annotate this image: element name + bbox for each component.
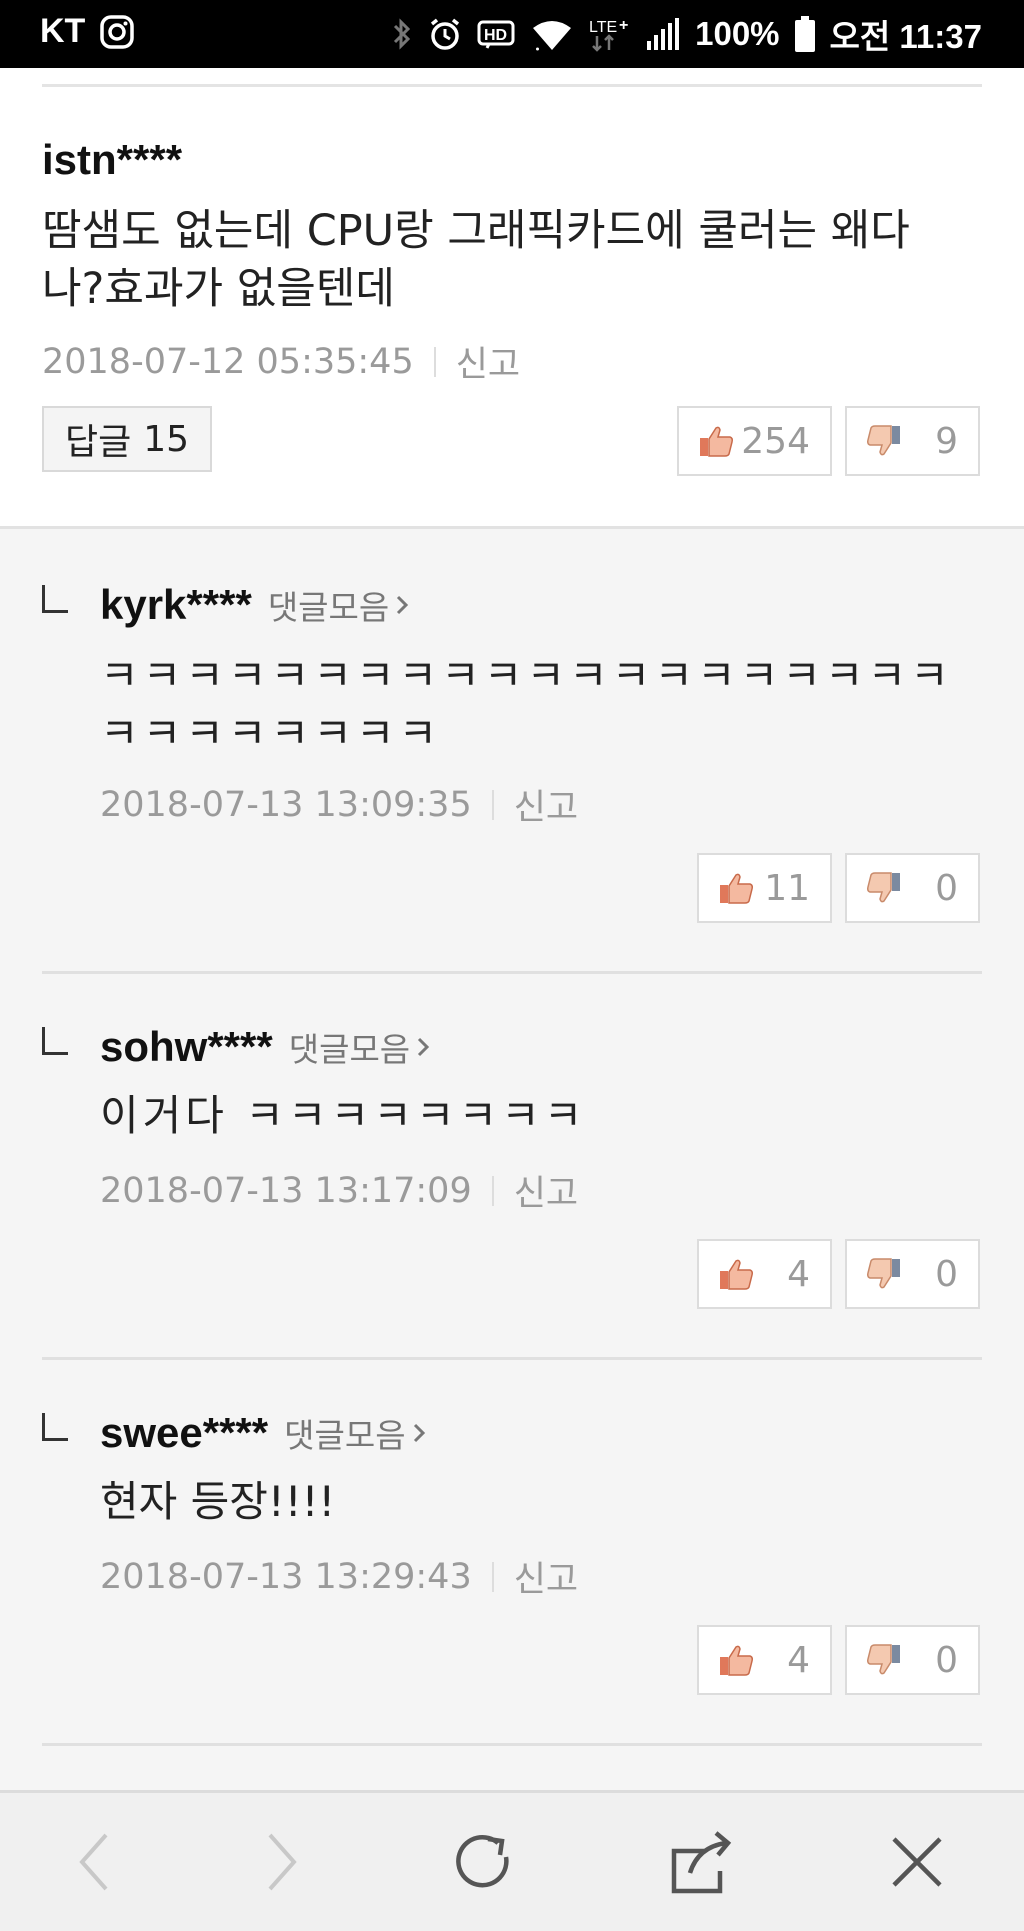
reply-username[interactable]: swee****	[100, 1409, 268, 1457]
divider	[42, 1357, 982, 1360]
alarm-icon	[427, 16, 463, 52]
reply-body: 이거다 ㅋㅋㅋㅋㅋㅋㅋㅋ	[100, 1091, 587, 1140]
hd-icon: HD	[477, 19, 517, 49]
comment-collection-label: 댓글모음	[288, 1030, 411, 1069]
comment-timestamp: 2018-07-12 05:35:45	[42, 341, 414, 382]
status-bar: KT HD LTE + 100% 오전 11:37	[0, 0, 1024, 68]
comment-meta: 2018-07-12 05:35:45 신고	[42, 336, 520, 387]
separator	[491, 1175, 494, 1206]
reply-indent-icon	[42, 1027, 68, 1055]
like-count: 11	[764, 867, 810, 909]
battery-icon	[794, 15, 816, 53]
dislike-button[interactable]: 0	[845, 1239, 980, 1309]
forward-icon	[268, 1833, 297, 1891]
lte-icon: LTE +	[587, 16, 631, 52]
divider	[42, 971, 982, 974]
thumbs-up-icon	[720, 1259, 753, 1290]
like-button[interactable]: 4	[697, 1239, 832, 1309]
like-button[interactable]: 254	[677, 406, 832, 476]
chevron-right-icon	[397, 595, 409, 615]
reply-body: 현자 등장!!!!	[100, 1477, 336, 1526]
thumbs-down-icon	[867, 1644, 900, 1675]
separator	[491, 789, 494, 820]
reply-username-row: sohw**** 댓글모음	[100, 1023, 430, 1071]
dislike-count: 9	[935, 420, 958, 462]
comment-collection-link[interactable]: 댓글모음	[268, 581, 409, 629]
browser-bottom-bar	[0, 1790, 1024, 1931]
comment-body: 땀샘도 없는데 CPU랑 그래픽카드에 쿨러는 왜다나?효과가 없을텐데	[42, 206, 910, 314]
carrier-label: KT	[40, 12, 86, 50]
separator	[433, 346, 436, 377]
reply-username-row: swee**** 댓글모음	[100, 1409, 426, 1457]
reply-count: 15	[143, 418, 190, 460]
thumbs-down-icon	[867, 1258, 900, 1289]
reply-label: 답글	[64, 422, 132, 463]
refresh-button[interactable]	[438, 1817, 528, 1907]
close-icon	[892, 1837, 942, 1887]
dislike-button[interactable]: 0	[845, 853, 980, 923]
replies-section: kyrk**** 댓글모음 ㅋㅋㅋㅋㅋㅋㅋㅋㅋㅋㅋㅋㅋㅋㅋㅋㅋㅋㅋㅋㅋㅋㅋㅋㅋㅋ…	[0, 526, 1024, 1793]
close-button[interactable]	[872, 1817, 962, 1907]
refresh-icon	[456, 1834, 509, 1888]
dislike-button[interactable]: 0	[845, 1625, 980, 1695]
dislike-count: 0	[935, 1639, 958, 1681]
like-button[interactable]: 11	[697, 853, 832, 923]
forward-button[interactable]	[236, 1817, 326, 1907]
comment-collection-label: 댓글모음	[284, 1416, 406, 1455]
thumbs-up-icon	[700, 426, 733, 457]
battery-percent: 100%	[695, 15, 780, 52]
like-count: 254	[741, 420, 810, 462]
back-icon	[79, 1833, 108, 1891]
thumbs-down-icon	[867, 425, 900, 456]
divider	[42, 1743, 982, 1746]
reply-username[interactable]: sohw****	[100, 1023, 273, 1071]
reply-meta: 2018-07-13 13:09:35 신고	[100, 779, 578, 830]
dislike-count: 0	[935, 867, 958, 909]
chevron-right-icon	[413, 1423, 425, 1443]
svg-text:+: +	[619, 17, 628, 34]
thumbs-up-icon	[720, 1645, 753, 1676]
reply-count-button[interactable]: 답글 15	[42, 406, 212, 472]
svg-text:LTE: LTE	[589, 19, 617, 36]
main-comment: istn**** 땀샘도 없는데 CPU랑 그래픽카드에 쿨러는 왜다나?효과가…	[0, 88, 1024, 526]
thumbs-down-icon	[867, 872, 900, 903]
reply-timestamp: 2018-07-13 13:17:09	[100, 1170, 472, 1211]
comment-username[interactable]: istn****	[42, 136, 182, 184]
report-link[interactable]: 신고	[514, 1551, 578, 1602]
like-count: 4	[787, 1253, 810, 1295]
like-button[interactable]: 4	[697, 1625, 832, 1695]
svg-text:HD: HD	[484, 27, 507, 44]
share-button[interactable]	[655, 1817, 745, 1907]
reply-meta: 2018-07-13 13:29:43 신고	[100, 1551, 578, 1602]
signal-icon	[645, 17, 681, 51]
back-button[interactable]	[50, 1817, 140, 1907]
dislike-button[interactable]: 9	[845, 406, 980, 476]
separator	[491, 1561, 494, 1592]
comment-collection-label: 댓글모음	[267, 588, 390, 627]
report-link[interactable]: 신고	[514, 779, 578, 830]
reply-username[interactable]: kyrk****	[100, 581, 252, 629]
reply-indent-icon	[42, 1413, 68, 1441]
chevron-right-icon	[418, 1037, 430, 1057]
reply-timestamp: 2018-07-13 13:09:35	[100, 784, 472, 825]
report-link[interactable]: 신고	[514, 1165, 578, 1216]
comment-collection-link[interactable]: 댓글모음	[289, 1023, 430, 1071]
bluetooth-icon	[391, 16, 413, 52]
clock: 오전 11:37	[829, 18, 982, 55]
reply-indent-icon	[42, 585, 68, 613]
thumbs-up-icon	[720, 873, 753, 904]
wifi-icon	[531, 16, 573, 52]
reply-timestamp: 2018-07-13 13:29:43	[100, 1556, 472, 1597]
divider	[42, 84, 982, 87]
share-icon	[671, 1831, 732, 1894]
reply-meta: 2018-07-13 13:17:09 신고	[100, 1165, 578, 1216]
comment-collection-link[interactable]: 댓글모음	[284, 1409, 425, 1457]
instagram-icon	[99, 14, 135, 50]
like-count: 4	[787, 1639, 810, 1681]
report-link[interactable]: 신고	[456, 336, 520, 387]
reply-body: ㅋㅋㅋㅋㅋㅋㅋㅋㅋㅋㅋㅋㅋㅋㅋㅋㅋㅋㅋㅋㅋㅋㅋㅋㅋㅋㅋㅋ	[100, 651, 953, 758]
dislike-count: 0	[935, 1253, 958, 1295]
reply-username-row: kyrk**** 댓글모음	[100, 581, 409, 629]
